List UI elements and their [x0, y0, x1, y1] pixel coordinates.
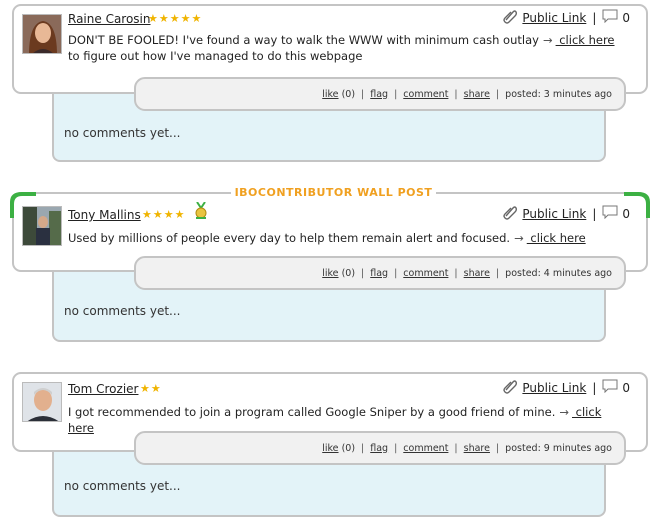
separator: |: [454, 442, 458, 454]
separator: |: [495, 267, 500, 279]
no-comments-text: no comments yet...: [64, 304, 181, 318]
no-comments-text: no comments yet...: [64, 126, 181, 140]
separator: |: [394, 442, 398, 454]
separator: |: [592, 206, 597, 221]
post-body: DON'T BE FOOLED! I've found a way to wal…: [68, 33, 539, 47]
wall-post-header: IBOCONTRIBUTOR WALL POST: [0, 186, 667, 199]
arrow-icon: →: [559, 405, 569, 419]
post-body-tail: to figure out how I've managed to do thi…: [68, 49, 363, 63]
like-link[interactable]: like: [322, 268, 338, 279]
public-link[interactable]: Public Link: [522, 11, 586, 25]
post-body: I got recommended to join a program call…: [68, 405, 556, 419]
like-link[interactable]: like: [322, 443, 338, 454]
action-bar: like (0) | flag | comment | share | post…: [134, 77, 626, 111]
paperclip-icon: [502, 204, 518, 223]
separator: |: [454, 267, 458, 279]
comment-link[interactable]: comment: [403, 268, 448, 279]
comment-link[interactable]: comment: [403, 89, 448, 100]
action-bar: like (0) | flag | comment | share | post…: [134, 256, 626, 290]
arrow-icon: →: [542, 33, 553, 47]
wall-post-3: no comments yet... Tom Crozier ★★ Public…: [0, 355, 667, 525]
comment-count: 0: [622, 380, 630, 395]
separator: |: [361, 88, 365, 100]
posted-time: posted: 9 minutes ago: [505, 442, 612, 454]
like-link[interactable]: like: [322, 89, 338, 100]
no-comments-text: no comments yet...: [64, 479, 181, 493]
separator: |: [495, 88, 500, 100]
separator: |: [361, 267, 365, 279]
post-body: Used by millions of people every day to …: [68, 231, 511, 245]
separator: |: [592, 380, 597, 395]
like-count: (0): [341, 88, 356, 100]
public-link[interactable]: Public Link: [522, 381, 586, 395]
separator: |: [592, 10, 597, 25]
separator: |: [394, 88, 398, 100]
post-text: Used by millions of people every day to …: [68, 230, 628, 246]
medal-icon: [194, 201, 208, 224]
separator: |: [454, 88, 458, 100]
public-link-group: Public Link | 0: [502, 8, 630, 27]
separator: |: [495, 442, 500, 454]
rating-stars: ★★★★★: [148, 12, 203, 25]
author-name[interactable]: Tony Mallins: [68, 208, 141, 222]
comment-bubble-icon: [602, 205, 618, 222]
avatar[interactable]: [22, 14, 62, 54]
click-here-link[interactable]: click here: [556, 33, 614, 47]
separator: |: [361, 442, 365, 454]
flag-link[interactable]: flag: [370, 89, 388, 100]
like-count: (0): [341, 267, 356, 279]
share-link[interactable]: share: [464, 89, 490, 100]
author-name[interactable]: Tom Crozier: [68, 382, 138, 396]
share-link[interactable]: share: [464, 268, 490, 279]
flag-link[interactable]: flag: [370, 443, 388, 454]
separator: |: [394, 267, 398, 279]
wall-post-2: no comments yet... Tony Mallins ★★★★ Pub…: [0, 180, 667, 350]
flag-link[interactable]: flag: [370, 268, 388, 279]
like-count: (0): [341, 442, 356, 454]
click-here-link[interactable]: click here: [527, 231, 585, 245]
public-link-group: Public Link | 0: [502, 378, 630, 397]
paperclip-icon: [502, 8, 518, 27]
comment-bubble-icon: [602, 379, 618, 396]
wall-post-header-text: IBOCONTRIBUTOR WALL POST: [230, 186, 437, 199]
post-text: DON'T BE FOOLED! I've found a way to wal…: [68, 32, 628, 64]
rating-stars: ★★★★: [142, 208, 186, 221]
wall-post-1: no comments yet... Raine Carosin ★★★★★ P…: [0, 0, 667, 170]
paperclip-icon: [502, 378, 518, 397]
arrow-icon: →: [514, 231, 524, 245]
share-link[interactable]: share: [464, 443, 490, 454]
posted-time: posted: 3 minutes ago: [505, 88, 612, 100]
posted-time: posted: 4 minutes ago: [505, 267, 612, 279]
comment-bubble-icon: [602, 9, 618, 26]
action-bar: like (0) | flag | comment | share | post…: [134, 431, 626, 465]
avatar[interactable]: [22, 382, 62, 422]
public-link[interactable]: Public Link: [522, 207, 586, 221]
author-name[interactable]: Raine Carosin: [68, 12, 151, 26]
comment-count: 0: [622, 10, 630, 25]
comment-link[interactable]: comment: [403, 443, 448, 454]
public-link-group: Public Link | 0: [502, 204, 630, 223]
rating-stars: ★★: [140, 382, 162, 395]
